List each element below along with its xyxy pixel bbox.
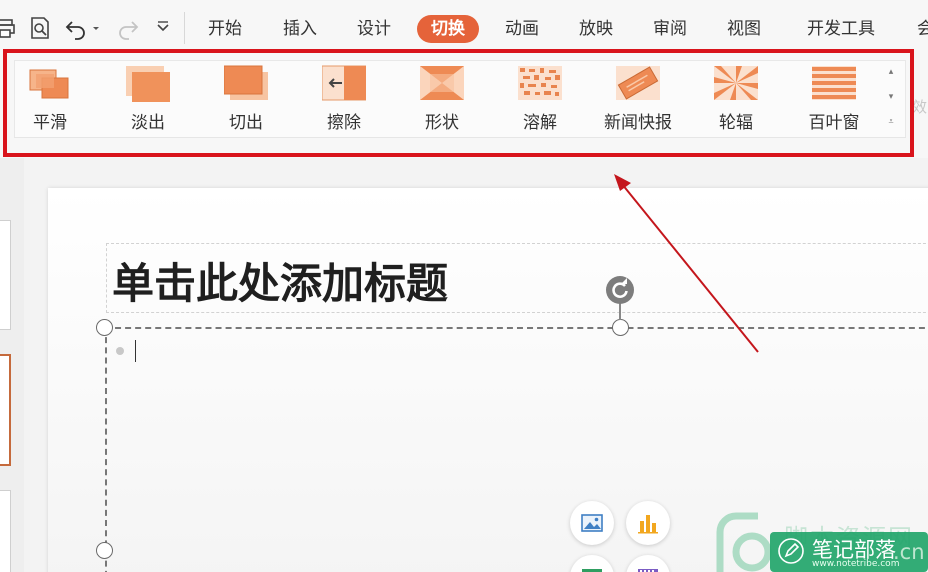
watermark-suffix: .cn: [893, 540, 925, 564]
print-preview-icon[interactable]: [28, 16, 52, 40]
tab-home[interactable]: 开始: [208, 15, 242, 43]
tab-design[interactable]: 设计: [357, 15, 391, 43]
bullet-icon: [116, 347, 124, 355]
slide-thumbnail[interactable]: [0, 490, 11, 572]
tab-slideshow[interactable]: 放映: [579, 15, 613, 43]
resize-handle-top-left[interactable]: [96, 319, 113, 336]
watermark-url: www.notetribe.com: [812, 559, 900, 569]
resize-handle-middle-left[interactable]: [96, 542, 113, 559]
customize-quick-access-icon[interactable]: [154, 16, 172, 40]
toolbar-separator: [184, 12, 185, 44]
insert-chart-button[interactable]: [626, 501, 670, 545]
watermark-logo-icon: [712, 512, 774, 572]
highlight-box: [3, 49, 914, 157]
tab-member[interactable]: 会: [917, 15, 928, 43]
slide-title[interactable]: 单击此处添加标题: [112, 250, 448, 311]
pen-icon: [778, 538, 804, 564]
undo-icon[interactable]: [64, 16, 88, 40]
slide-thumbnail[interactable]: [0, 220, 11, 330]
redo-icon[interactable]: [116, 16, 140, 40]
slide-thumbnails-pane: [0, 158, 24, 572]
tab-animations[interactable]: 动画: [505, 15, 539, 43]
rotate-stem: [619, 302, 621, 320]
slide-thumbnail-current[interactable]: [0, 354, 11, 466]
video-icon: [638, 569, 658, 572]
tab-view[interactable]: 视图: [727, 15, 761, 43]
insert-picture-button[interactable]: [570, 501, 614, 545]
picture-icon: [581, 514, 603, 532]
table-icon: [582, 569, 602, 572]
tab-developer[interactable]: 开发工具: [807, 15, 875, 43]
presentation-window: 开始 插入 设计 切换 动画 放映 审阅 视图 开发工具 会 效 平滑 淡出 切…: [0, 0, 928, 572]
effect-options-label[interactable]: 效: [912, 96, 927, 117]
undo-dropdown-icon[interactable]: [90, 16, 102, 40]
print-icon[interactable]: [0, 16, 18, 40]
tab-insert[interactable]: 插入: [283, 15, 317, 43]
chart-icon: [638, 515, 658, 534]
text-cursor: [135, 340, 136, 362]
rotate-icon[interactable]: [606, 276, 634, 304]
tab-transitions[interactable]: 切换: [417, 15, 479, 43]
tab-review[interactable]: 审阅: [653, 15, 687, 43]
resize-handle-top-middle[interactable]: [612, 319, 629, 336]
